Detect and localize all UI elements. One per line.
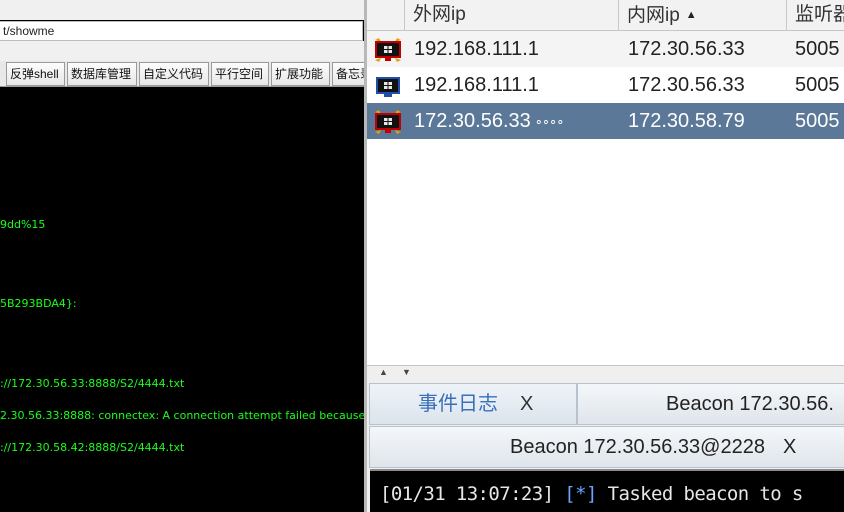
user-beacon-monitor-icon: [376, 77, 400, 97]
close-tab-icon[interactable]: X: [520, 393, 533, 415]
bottom-tab-row-1: 事件日志 X Beacon 172.30.56.: [367, 383, 844, 425]
user-beacon-monitor-icon: [371, 67, 403, 103]
internal-ip-cell: 172.30.56.33: [628, 74, 745, 96]
log-text: Tasked beacon to s: [607, 483, 804, 505]
column-header-internal-ip[interactable]: 内网ip ▲: [619, 0, 787, 30]
log-marker: [*]: [564, 483, 597, 505]
tab-label: 事件日志: [418, 393, 498, 415]
tab-reverse-shell[interactable]: 反弹shell: [6, 62, 65, 86]
left-toolbar-area: [0, 41, 364, 61]
session-row-selected[interactable]: 172.30.56.33 ∘∘∘∘ 172.30.58.79 5005: [367, 103, 844, 139]
external-ip-cell: 172.30.56.33 ∘∘∘∘: [414, 103, 614, 139]
tab-label: Beacon 172.30.56.33@2228: [510, 436, 765, 458]
tab-extensions[interactable]: 扩展功能: [271, 62, 330, 86]
session-table: 192.168.111.1 172.30.56.33 5005 192.168.…: [367, 31, 844, 365]
webshell-console-output: 9dd%15 5B293BDA4}: ://172.30.56.33:8888/…: [0, 87, 364, 512]
tab-beacon-session[interactable]: Beacon 172.30.56.: [577, 383, 844, 425]
tab-memo[interactable]: 备忘录: [332, 62, 364, 86]
console-line: ://172.30.58.42:8888/S2/4444.txt: [0, 441, 185, 454]
left-window: t/showme 反弹shell 数据库管理 自定义代码 平行空间 扩展功能 备…: [0, 0, 364, 512]
session-row[interactable]: 192.168.111.1 172.30.56.33 5005: [367, 67, 844, 103]
listener-cell: 5005: [795, 38, 840, 60]
pane-splitter[interactable]: ▲ ▼: [367, 365, 844, 381]
external-ip-cell: 192.168.111.1: [414, 38, 539, 60]
bottom-tab-row-2: Beacon 172.30.56.33@2228 X: [367, 426, 844, 468]
console-log-line: [01/31 13:07:23] [*] Tasked beacon to s: [380, 483, 803, 505]
left-tab-bar: 反弹shell 数据库管理 自定义代码 平行空间 扩展功能 备忘录: [0, 61, 364, 87]
tab-event-log[interactable]: 事件日志 X: [369, 383, 577, 425]
column-header-listener[interactable]: 监听器: [787, 0, 844, 30]
beacon-manager-window: 外网ip 内网ip ▲ 监听器 192.168.111.1 172.30.56.…: [367, 0, 844, 512]
column-header-label: 外网ip: [413, 4, 466, 25]
console-line: 2.30.56.33:8888: connectex: A connection…: [0, 409, 364, 422]
collapse-down-icon[interactable]: ▼: [402, 367, 411, 377]
external-ip-text: 172.30.56.33: [414, 110, 531, 132]
tab-parallel-space[interactable]: 平行空间: [211, 62, 269, 86]
session-table-header: 外网ip 内网ip ▲ 监听器: [367, 0, 844, 31]
tab-beacon-active[interactable]: Beacon 172.30.56.33@2228 X: [369, 426, 844, 468]
tab-label: Beacon 172.30.56.: [666, 393, 834, 415]
pivot-link-icon: ∘∘∘∘: [534, 114, 565, 129]
close-tab-icon[interactable]: X: [783, 436, 796, 458]
column-header-label: 内网ip: [627, 5, 680, 26]
column-header-external-ip[interactable]: 外网ip: [405, 0, 619, 30]
beacon-console[interactable]: [01/31 13:07:23] [*] Tasked beacon to s: [370, 469, 844, 512]
internal-ip-cell: 172.30.58.79: [628, 110, 745, 132]
external-ip-cell: 192.168.111.1: [414, 74, 539, 96]
session-row[interactable]: 192.168.111.1 172.30.56.33 5005: [367, 31, 844, 67]
console-line: 5B293BDA4}:: [0, 297, 77, 310]
tab-database-manager[interactable]: 数据库管理: [67, 62, 137, 86]
admin-beacon-monitor-icon: [375, 38, 401, 62]
collapse-up-icon[interactable]: ▲: [379, 367, 388, 377]
tab-custom-code[interactable]: 自定义代码: [139, 62, 209, 86]
log-timestamp: [01/31 13:07:23]: [380, 483, 554, 505]
internal-ip-cell: 172.30.56.33: [628, 38, 745, 60]
listener-cell: 5005: [795, 74, 840, 96]
column-header-icon[interactable]: [367, 0, 405, 30]
url-field[interactable]: t/showme: [0, 21, 363, 41]
sort-ascending-icon: ▲: [685, 9, 697, 21]
left-title-bar: [0, 0, 364, 20]
column-header-label: 监听器: [795, 4, 844, 25]
listener-cell: 5005: [795, 110, 840, 132]
admin-beacon-monitor-icon: [375, 110, 401, 134]
console-line: 9dd%15: [0, 218, 46, 231]
console-line: ://172.30.56.33:8888/S2/4444.txt: [0, 377, 185, 390]
admin-beacon-monitor-icon: [371, 103, 403, 139]
admin-beacon-monitor-icon: [371, 31, 403, 67]
